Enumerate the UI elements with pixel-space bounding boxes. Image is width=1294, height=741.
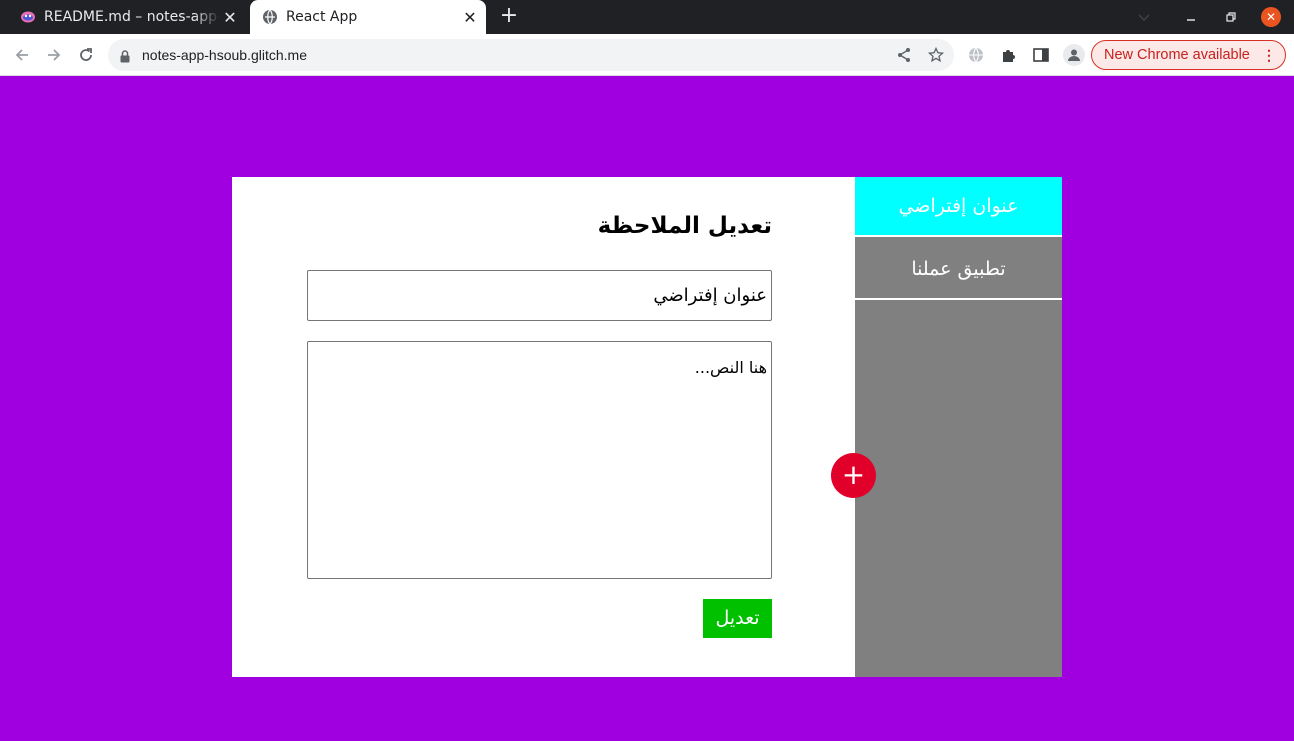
update-label: New Chrome available xyxy=(1104,47,1250,63)
note-list-item[interactable]: تطبيق عملنا xyxy=(855,240,1062,300)
side-panel-icon[interactable] xyxy=(1032,46,1050,64)
bookmark-star-icon[interactable] xyxy=(927,46,945,63)
tab-readme[interactable]: README.md – notes-app-hsoub ✕ xyxy=(8,0,246,34)
new-chrome-available-button[interactable]: New Chrome available ⋮ xyxy=(1091,40,1286,70)
globe-icon xyxy=(262,9,278,25)
lock-icon[interactable] xyxy=(120,48,130,67)
back-icon[interactable] xyxy=(10,43,34,67)
note-body-textarea[interactable] xyxy=(307,341,772,579)
tab-title: README.md – notes-app-hsoub xyxy=(44,9,220,25)
forward-icon[interactable] xyxy=(42,43,66,67)
notes-sidebar: عنوان إفتراضي تطبيق عملنا xyxy=(855,177,1062,677)
translate-icon[interactable] xyxy=(967,46,985,64)
tab-title: React App xyxy=(286,9,358,25)
tab-search-chevron-icon[interactable] xyxy=(1136,9,1152,25)
profile-avatar-icon[interactable] xyxy=(1063,44,1085,66)
url-text[interactable]: notes-app-hsoub.glitch.me xyxy=(142,39,307,71)
tab-react-app[interactable]: React App ✕ xyxy=(250,0,486,34)
reload-icon[interactable] xyxy=(74,43,98,67)
restore-icon[interactable] xyxy=(1222,8,1240,26)
add-note-button[interactable]: + xyxy=(831,453,876,498)
glitch-favicon-icon xyxy=(20,9,36,25)
browser-toolbar: notes-app-hsoub.glitch.me New Chrome ava… xyxy=(0,34,1294,76)
close-tab-icon[interactable]: ✕ xyxy=(220,7,240,27)
address-bar[interactable]: notes-app-hsoub.glitch.me xyxy=(108,39,954,71)
window-close-icon[interactable]: ✕ xyxy=(1261,7,1281,27)
minimize-icon[interactable] xyxy=(1182,8,1200,26)
notes-app: تعديل الملاحظة تعديل عنوان إفتراضي تطبيق… xyxy=(232,177,1062,677)
close-tab-icon[interactable]: ✕ xyxy=(460,7,480,27)
edit-save-button[interactable]: تعديل xyxy=(703,599,772,638)
new-tab-icon[interactable]: + xyxy=(498,5,520,28)
share-icon[interactable] xyxy=(896,47,912,63)
extensions-icon[interactable] xyxy=(1000,46,1018,64)
note-list-item[interactable]: عنوان إفتراضي xyxy=(855,177,1062,237)
more-menu-icon[interactable]: ⋮ xyxy=(1262,46,1276,64)
note-title-input[interactable] xyxy=(307,270,772,321)
editor-heading: تعديل الملاحظة xyxy=(597,213,772,239)
tab-strip: README.md – notes-app-hsoub ✕ React App … xyxy=(0,0,1294,34)
